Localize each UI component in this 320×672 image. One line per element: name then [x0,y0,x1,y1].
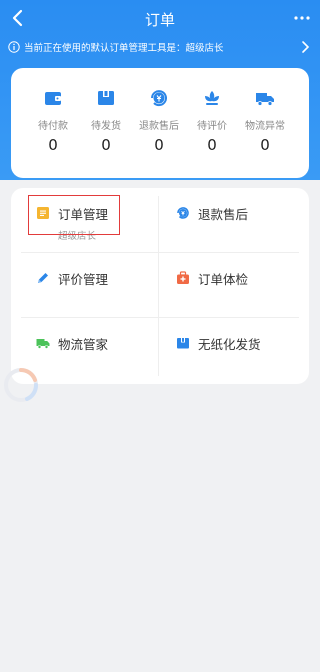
status-count: 0 [154,136,164,154]
tool-paperless-shipping[interactable]: 无纸化发货 [176,328,261,358]
status-label: 退款售后 [139,121,179,132]
order-status-card: 待付款 0 待发货 0 退款售后 0 待评价 0 物流异常 0 [11,68,309,178]
tool-label: 评价管理 [58,271,109,287]
more-dots-icon [294,16,310,20]
tool-sublabel: 超级店长 [58,231,97,242]
chevron-right-icon [302,41,310,53]
status-label: 待付款 [38,121,68,132]
refund-icon [177,207,189,219]
tools-card: 订单管理 超级店长 退款售后 评价管理 订单体检 物流管家 无纸化发货 [11,188,309,384]
page-title: 订单 [144,11,175,29]
pen-icon [38,273,48,283]
status-label: 物流异常 [245,121,285,132]
tool-logistics-manager[interactable]: 物流管家 [36,328,108,358]
more-button[interactable] [292,8,312,28]
status-label: 待评价 [197,121,227,132]
order-doc-icon [37,207,49,219]
box-icon [177,338,189,349]
tool-review-management[interactable]: 评价管理 [36,263,108,293]
info-icon [8,41,20,53]
divider [158,196,159,376]
tool-label: 订单管理 [58,206,109,222]
tool-label: 退款售后 [198,206,249,222]
status-count: 0 [260,136,270,154]
status-pending-shipment[interactable]: 待发货 0 [80,88,132,154]
tool-order-management[interactable]: 订单管理 超级店长 [36,198,109,242]
tool-label: 物流管家 [58,336,109,352]
tool-label: 无纸化发货 [198,336,261,352]
lotus-icon [205,91,219,105]
truck-icon [36,339,50,349]
nav-bar: 订单 [0,0,320,38]
truck-icon [256,93,274,106]
default-tool-notice[interactable]: 当前正在使用的默认订单管理工具是：超级店长 [0,38,320,56]
divider [21,252,299,253]
loading-spinner-icon [4,368,39,402]
tool-label: 订单体检 [198,271,249,287]
wallet-icon [45,92,61,105]
status-count: 0 [101,136,111,154]
status-count: 0 [207,136,217,154]
medkit-icon [177,271,189,284]
notice-text: 当前正在使用的默认订单管理工具是：超级店长 [24,43,224,54]
refund-icon [151,90,167,107]
status-refund[interactable]: 退款售后 0 [133,88,185,154]
box-icon [98,91,114,105]
status-label: 待发货 [91,121,121,132]
tool-refund-aftersale[interactable]: 退款售后 [176,198,248,228]
divider [21,317,299,318]
status-pending-review[interactable]: 待评价 0 [186,88,238,154]
status-pending-payment[interactable]: 待付款 0 [27,88,79,154]
status-logistics-exception[interactable]: 物流异常 0 [239,88,291,154]
status-count: 0 [48,136,58,154]
tool-order-checkup[interactable]: 订单体检 [176,263,248,293]
